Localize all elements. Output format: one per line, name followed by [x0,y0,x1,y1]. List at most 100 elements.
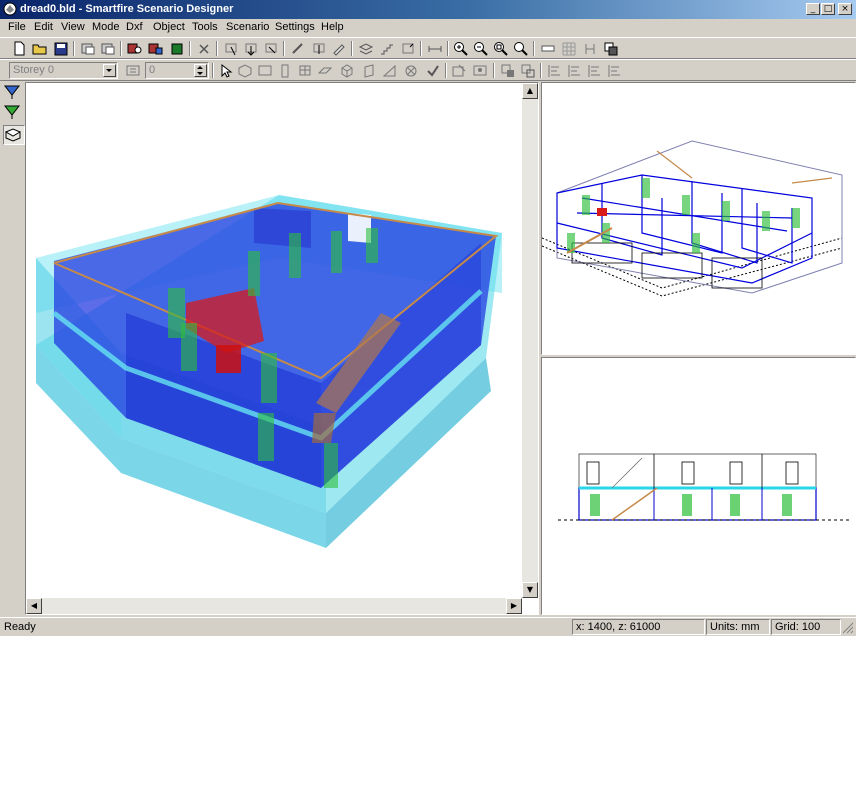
database-icon[interactable] [168,40,186,57]
scenario-search-icon[interactable] [126,40,144,57]
copy-view-icon[interactable] [602,40,620,57]
measure-icon[interactable] [426,40,444,57]
status-ready: Ready [4,621,36,633]
monitor-icon[interactable] [471,62,489,79]
main-toolbar [0,37,856,59]
storey-select[interactable]: Storey 0 [9,62,118,79]
new-file-icon[interactable] [10,40,28,57]
chevron-down-icon[interactable] [103,64,116,77]
title-bar[interactable]: dread0.bld - Smartfire Scenario Designer… [0,0,856,19]
select-object-icon[interactable] [222,40,240,57]
menu-view[interactable]: View [61,21,85,33]
scroll-down-button[interactable]: ▼ [522,582,538,598]
viewport-3d[interactable]: ▲ ▼ ◀ ▶ [25,82,539,615]
save-icon[interactable] [52,40,70,57]
align-center-icon[interactable] [566,62,584,79]
check-icon[interactable] [424,62,442,79]
move-object-icon[interactable] [242,40,260,57]
snap-icon[interactable] [581,40,599,57]
pointer-icon[interactable] [217,62,235,79]
delete-icon[interactable] [195,40,213,57]
mesh-refine-icon[interactable] [519,62,537,79]
menu-dxf[interactable]: Dxf [126,21,143,33]
scroll-up-button[interactable]: ▲ [522,83,538,99]
toolbar-separator [216,41,218,56]
fire-icon[interactable] [450,62,468,79]
panel-icon[interactable] [360,62,378,79]
maximize-button[interactable]: □ [821,3,835,15]
storey-number-value: 0 [149,64,156,76]
menu-mode[interactable]: Mode [92,21,120,33]
app-icon [3,2,17,16]
slope-icon[interactable] [381,62,399,79]
block-icon[interactable] [236,62,254,79]
vent-icon[interactable] [316,62,334,79]
stairs-tool-icon[interactable] [378,40,396,57]
zoom-in-icon[interactable] [452,40,470,57]
spinner-arrows-icon[interactable] [194,64,207,77]
menu-tools[interactable]: Tools [192,21,218,33]
zoom-window-icon[interactable] [492,40,510,57]
align-right-icon[interactable] [586,62,604,79]
minimize-button[interactable]: _ [806,3,820,15]
resize-grip-icon[interactable] [842,622,854,634]
import-icon[interactable] [79,40,97,57]
toolbar-separator [540,63,542,78]
obstruction-icon[interactable] [338,62,356,79]
align-distribute-icon[interactable] [606,62,624,79]
export-icon[interactable] [99,40,117,57]
align-left-icon[interactable] [546,62,564,79]
toolbar-separator [420,41,422,56]
status-bar: Ready x: 1400, z: 61000 Units: mm Grid: … [0,617,856,636]
menu-scenario[interactable]: Scenario [226,21,269,33]
toolbar-separator [445,63,447,78]
open-folder-icon[interactable] [31,40,49,57]
fan-icon[interactable] [402,62,420,79]
mesh-icon[interactable] [499,62,517,79]
status-grid: Grid: 100 [771,619,841,635]
menu-bar: File Edit View Mode Dxf Object Tools Sce… [0,19,856,37]
view-3d-icon[interactable] [3,83,23,101]
horizontal-scrollbar[interactable]: ◀ ▶ [26,598,522,614]
room-icon[interactable] [256,62,274,79]
view-plan-icon[interactable] [3,103,23,121]
storey-number-spinner[interactable]: 0 [145,62,209,79]
vertical-scrollbar[interactable]: ▲ ▼ [522,83,538,598]
toolbar-separator [283,41,285,56]
scroll-right-button[interactable]: ▶ [506,598,522,614]
layers-icon[interactable] [357,40,375,57]
grid-icon[interactable] [560,40,578,57]
resize-object-icon[interactable] [262,40,280,57]
toolbar-separator [533,41,535,56]
toolbar-separator [493,63,495,78]
object-toolbar: Storey 0 0 [0,59,856,81]
link-icon[interactable] [289,40,307,57]
building-3d-render [36,195,502,548]
menu-help[interactable]: Help [321,21,344,33]
status-units: Units: mm [706,619,770,635]
zoom-extents-icon[interactable] [512,40,530,57]
viewport-wireframe-3d[interactable] [541,82,856,355]
menu-object[interactable]: Object [153,21,185,33]
menu-edit[interactable]: Edit [34,21,53,33]
view-toolbar [0,81,25,617]
menu-settings[interactable]: Settings [275,21,315,33]
storey-settings-icon[interactable] [124,62,142,79]
menu-file[interactable]: File [8,21,26,33]
door-icon[interactable] [276,62,294,79]
scroll-left-button[interactable]: ◀ [26,598,42,614]
scenario-edit-icon[interactable] [147,40,165,57]
toolbar-separator [351,41,353,56]
close-button[interactable]: × [838,3,852,15]
zoom-out-icon[interactable] [472,40,490,57]
view-render-icon[interactable] [3,125,25,145]
viewport-elevation[interactable] [541,357,856,615]
pencil-icon[interactable] [330,40,348,57]
window-icon[interactable] [296,62,314,79]
window-title: dread0.bld - Smartfire Scenario Designer [20,3,234,15]
toolbar-separator [189,41,191,56]
ruler-icon[interactable] [539,40,557,57]
status-coordinates: x: 1400, z: 61000 [572,619,705,635]
join-icon[interactable] [310,40,328,57]
mirror-icon[interactable] [399,40,417,57]
